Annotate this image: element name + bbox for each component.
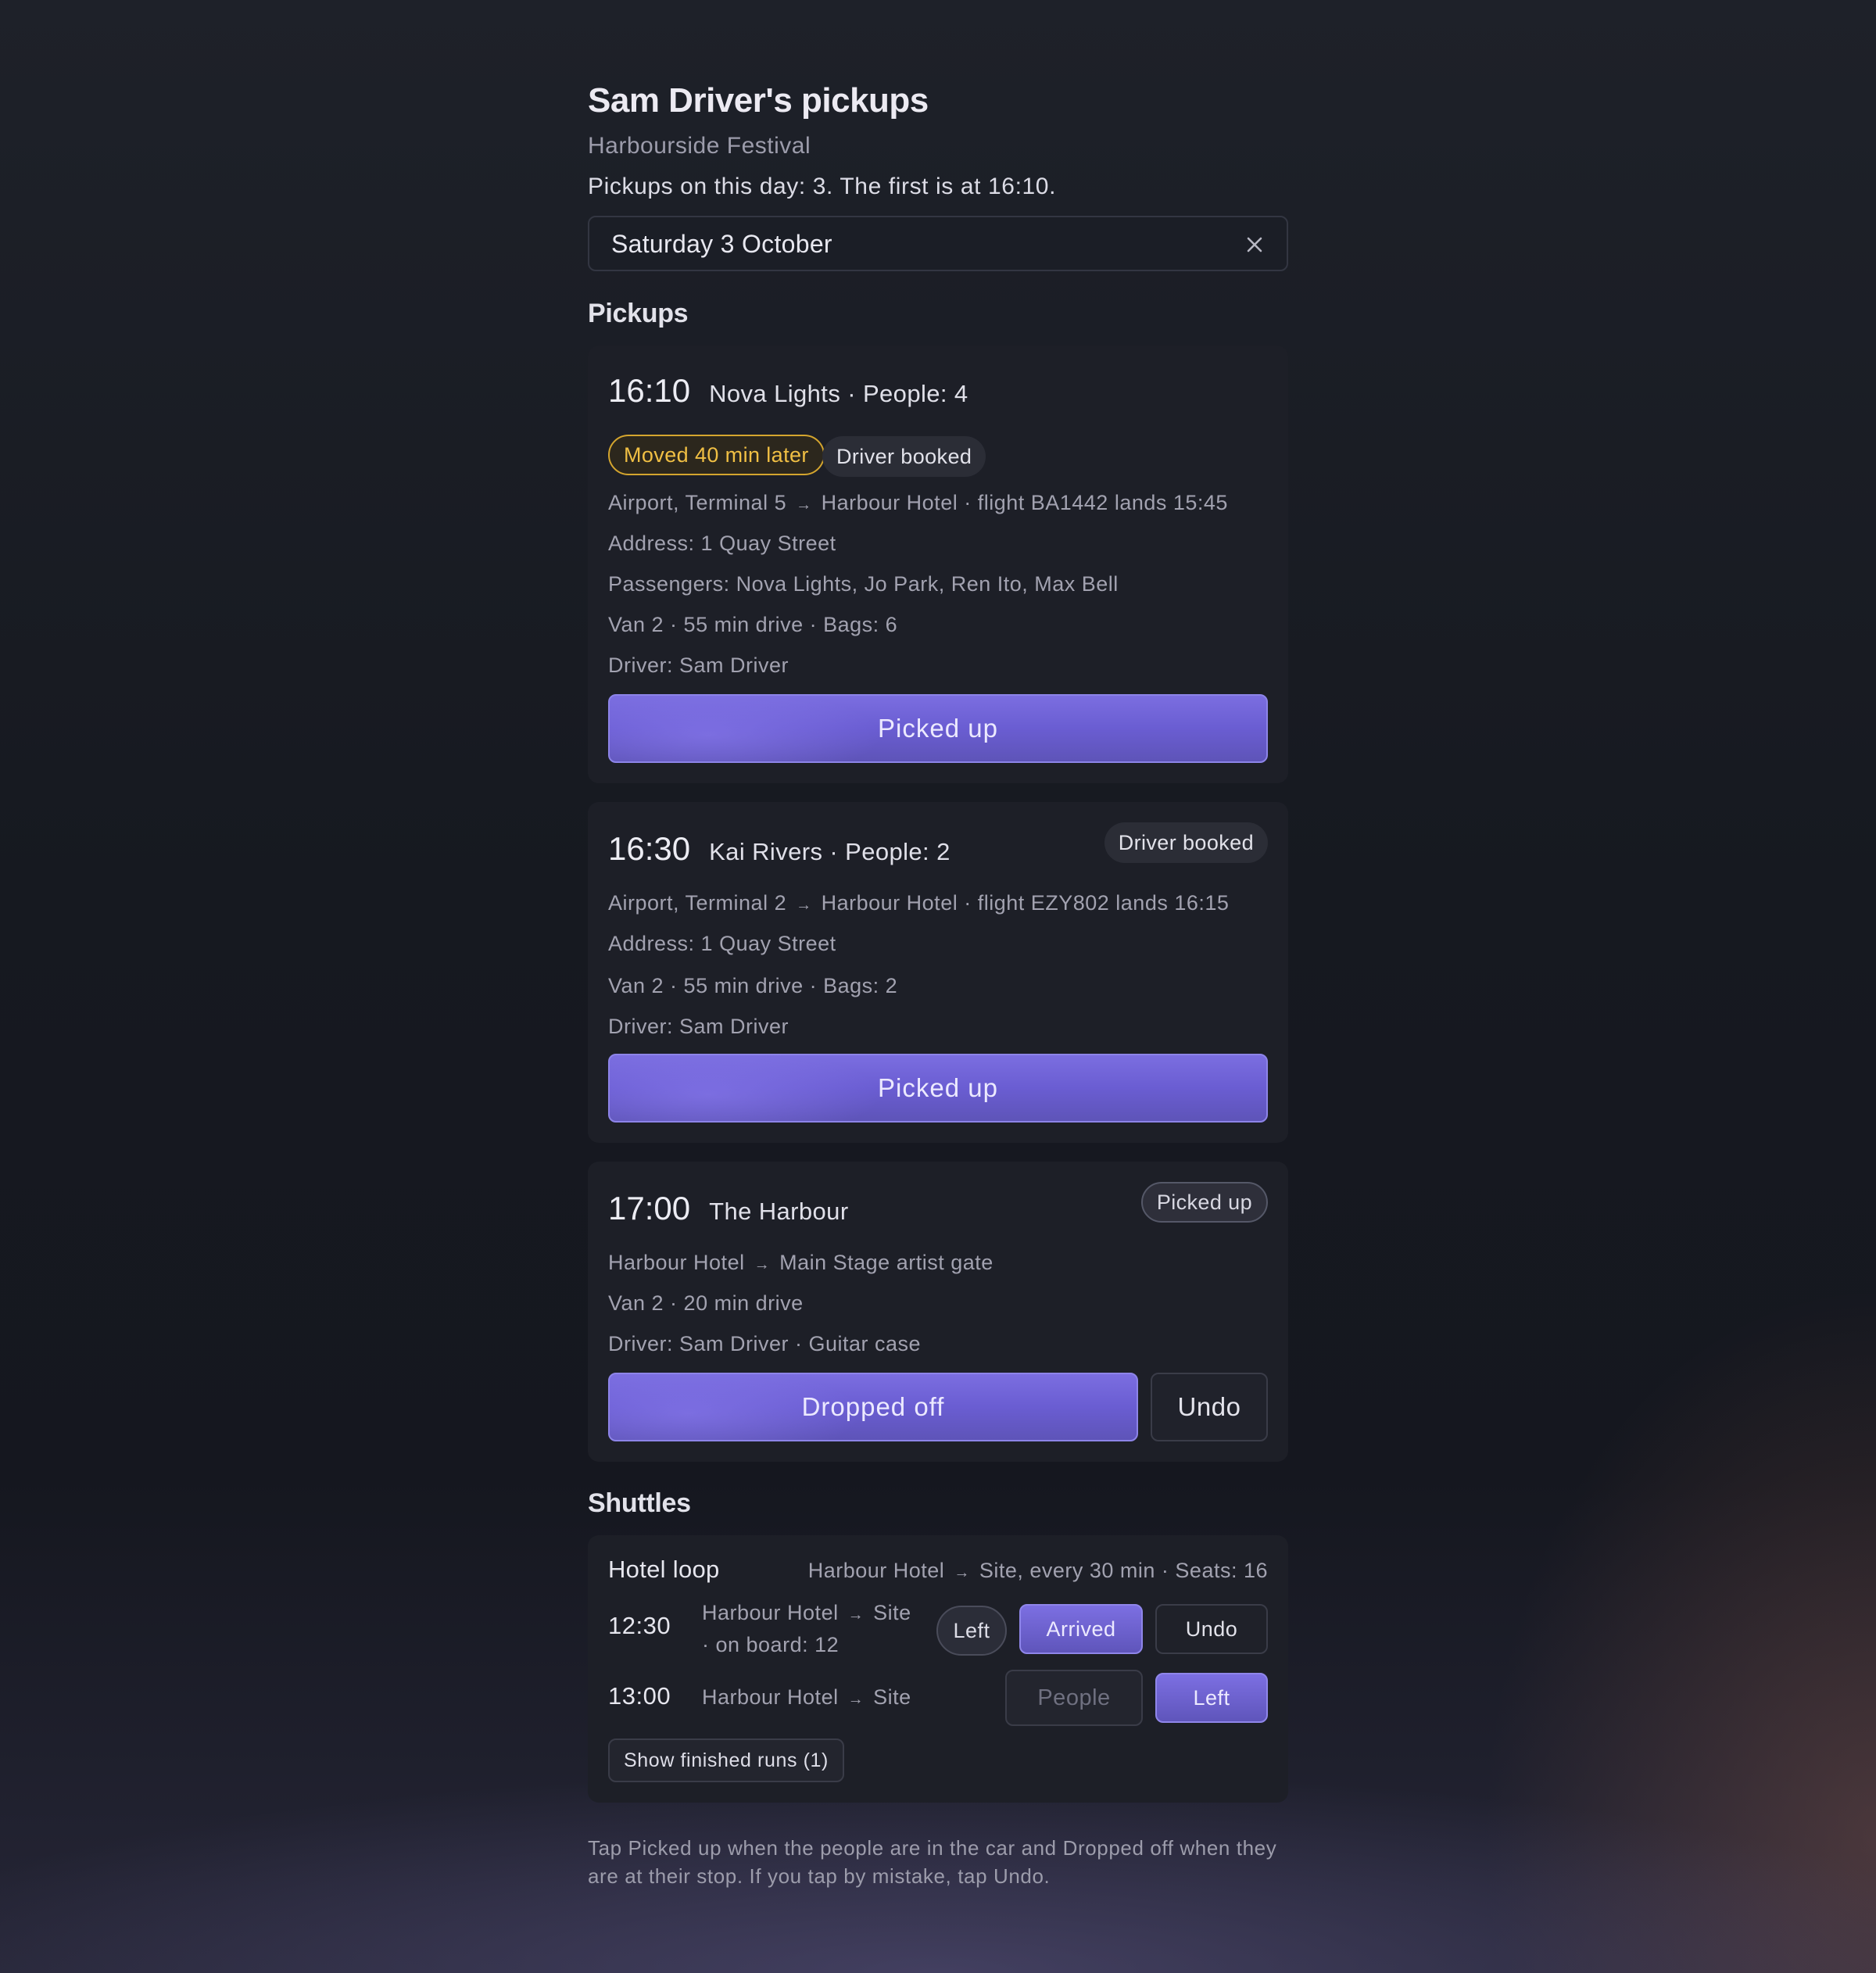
route-to: Harbour Hotel · flight BA1442 lands 15:4… xyxy=(821,491,1228,514)
arrow-right-icon: → xyxy=(796,496,812,514)
run-time: 12:30 xyxy=(608,1612,671,1639)
pickup-header: 16:10 Nova Lights · People: 4 xyxy=(608,372,968,410)
run-time: 13:00 xyxy=(608,1682,671,1710)
shuttle-name: Hotel loop xyxy=(608,1556,720,1583)
route-to: Site, every 30 min · Seats: 16 xyxy=(979,1559,1268,1582)
pickup-route: Airport, Terminal 2 → Harbour Hotel · fl… xyxy=(608,891,1229,915)
page-title: Sam Driver's pickups xyxy=(588,81,929,120)
run-description: Harbour Hotel → Site · on board: 12 xyxy=(702,1598,911,1660)
route-from: Harbour Hotel xyxy=(608,1251,745,1274)
pickup-driver: Driver: Sam Driver · Guitar case xyxy=(608,1332,922,1355)
arrived-button[interactable]: Arrived xyxy=(1019,1604,1143,1654)
arrow-right-icon: → xyxy=(847,1691,865,1708)
pickup-route: Airport, Terminal 5 → Harbour Hotel · fl… xyxy=(608,491,1228,515)
run-route: Harbour Hotel → Site xyxy=(702,1598,911,1630)
arrow-right-icon: → xyxy=(847,1606,865,1624)
close-icon[interactable] xyxy=(1243,233,1266,256)
date-picker[interactable]: Saturday 3 October xyxy=(588,216,1288,271)
date-value: Saturday 3 October xyxy=(611,230,832,258)
picked-up-button[interactable]: Picked up xyxy=(608,694,1268,763)
pickup-card: 16:10 Nova Lights · People: 4 Moved 40 m… xyxy=(588,346,1288,783)
pickup-party: The Harbour xyxy=(709,1198,849,1225)
run-onboard: · on board: 12 xyxy=(702,1633,840,1656)
help-text: Tap Picked up when the people are in the… xyxy=(588,1836,1277,1888)
arrow-right-icon: → xyxy=(754,1256,771,1273)
route-from: Airport, Terminal 5 xyxy=(608,491,787,514)
pickup-header: 16:30 Kai Rivers · People: 2 xyxy=(608,830,951,868)
pickup-time: 17:00 xyxy=(608,1190,691,1226)
day-summary: Pickups on this day: 3. The first is at … xyxy=(588,174,1057,199)
dropped-off-button[interactable]: Dropped off xyxy=(608,1373,1138,1441)
pickups-heading: Pickups xyxy=(588,299,689,328)
pickup-card: 17:00 The Harbour Picked up Harbour Hote… xyxy=(588,1162,1288,1462)
pickup-vehicle: Van 2 · 20 min drive xyxy=(608,1291,804,1315)
route-to: Site xyxy=(873,1685,911,1709)
pickup-vehicle: Van 2 · 55 min drive · Bags: 6 xyxy=(608,613,898,636)
left-button[interactable]: Left xyxy=(936,1606,1007,1656)
pickup-route: Harbour Hotel → Main Stage artist gate xyxy=(608,1251,993,1275)
pickup-driver: Driver: Sam Driver xyxy=(608,653,789,677)
pickup-time: 16:30 xyxy=(608,830,691,867)
arrow-right-icon: → xyxy=(796,897,812,914)
arrow-right-icon: → xyxy=(954,1564,970,1581)
pickup-vehicle: Van 2 · 55 min drive · Bags: 2 xyxy=(608,974,898,997)
pickup-address: Address: 1 Quay Street xyxy=(608,932,836,955)
route-from: Harbour Hotel xyxy=(702,1685,839,1709)
route-to: Harbour Hotel · flight EZY802 lands 16:1… xyxy=(821,891,1230,915)
run-route: Harbour Hotel → Site xyxy=(702,1682,911,1714)
route-to: Site xyxy=(873,1601,911,1624)
pickup-driver: Driver: Sam Driver xyxy=(608,1015,789,1038)
shuttle-route: Harbour Hotel → Site, every 30 min · Sea… xyxy=(808,1559,1268,1583)
picked-up-badge: Picked up xyxy=(1140,1182,1268,1223)
route-from: Harbour Hotel xyxy=(702,1601,839,1624)
pickup-address: Address: 1 Quay Street xyxy=(608,532,836,555)
route-to: Main Stage artist gate xyxy=(779,1251,993,1274)
event-name: Harbourside Festival xyxy=(588,133,811,159)
driver-booked-badge: Driver booked xyxy=(822,436,986,477)
people-input[interactable]: People xyxy=(1005,1670,1143,1726)
shuttles-heading: Shuttles xyxy=(588,1488,691,1518)
shuttle-card: Hotel loop Harbour Hotel → Site, every 3… xyxy=(588,1535,1288,1803)
pickup-party: Nova Lights · People: 4 xyxy=(709,380,968,407)
show-finished-runs-button[interactable]: Show finished runs (1) xyxy=(608,1738,844,1782)
driver-booked-badge: Driver booked xyxy=(1104,822,1268,863)
pickup-time: 16:10 xyxy=(608,372,691,409)
pickup-party: Kai Rivers · People: 2 xyxy=(709,838,951,865)
pickup-header: 17:00 The Harbour xyxy=(608,1190,849,1227)
left-button[interactable]: Left xyxy=(1155,1673,1268,1723)
pickup-passengers: Passengers: Nova Lights, Jo Park, Ren It… xyxy=(608,572,1119,596)
moved-later-badge: Moved 40 min later xyxy=(608,435,825,475)
undo-button[interactable]: Undo xyxy=(1155,1604,1268,1654)
pickup-card: 16:30 Kai Rivers · People: 2 Driver book… xyxy=(588,802,1288,1143)
route-from: Airport, Terminal 2 xyxy=(608,891,787,915)
route-from: Harbour Hotel xyxy=(807,1559,945,1582)
picked-up-button[interactable]: Picked up xyxy=(608,1054,1268,1123)
undo-button[interactable]: Undo xyxy=(1151,1373,1268,1441)
